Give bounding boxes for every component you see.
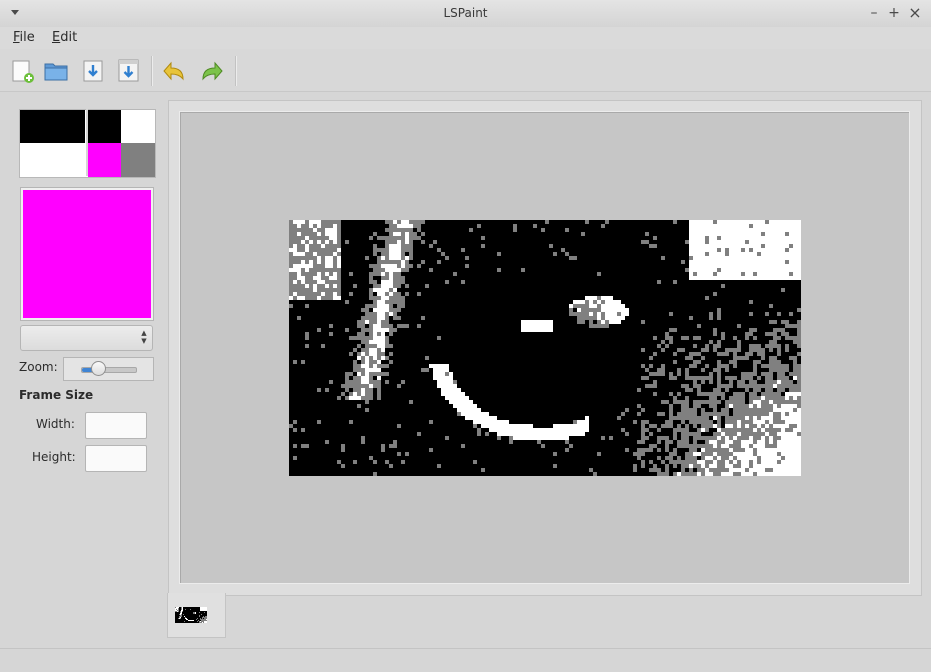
width-field[interactable] <box>85 412 147 439</box>
minimize-button[interactable]: – <box>867 5 881 21</box>
zoom-label: Zoom: <box>19 360 58 374</box>
window-title: LSPaint <box>443 6 488 20</box>
redo-button[interactable] <box>197 57 225 85</box>
palette-swatch-white[interactable] <box>20 143 85 177</box>
width-label: Width: <box>36 417 75 431</box>
toolbar-separator <box>235 56 237 86</box>
window-menu-icon[interactable] <box>8 5 22 19</box>
toolbar-separator <box>151 56 153 86</box>
redo-icon <box>202 61 223 81</box>
undo-button[interactable] <box>161 57 189 85</box>
current-color-swatch[interactable] <box>23 190 151 318</box>
palette-swatch-black[interactable] <box>20 110 85 143</box>
spin-arrows-icon: ▲ ▼ <box>141 329 147 345</box>
palette-swatch-magenta[interactable] <box>88 143 121 177</box>
menu-edit[interactable]: Edit <box>52 30 77 46</box>
menu-file-label: ile <box>19 30 35 45</box>
undo-icon <box>163 61 184 81</box>
palette-divider <box>86 109 88 176</box>
menu-file[interactable]: File <box>13 30 35 46</box>
palette-swatch-black[interactable] <box>88 110 121 143</box>
frame-thumbnail[interactable] <box>175 607 207 623</box>
pixel-image-canvas[interactable] <box>289 220 801 476</box>
save-as-icon <box>118 59 139 82</box>
palette-swatch-white[interactable] <box>121 110 155 143</box>
menu-bar <box>0 27 931 49</box>
palette-swatch-gray[interactable] <box>121 143 155 177</box>
frame-size-heading: Frame Size <box>19 388 94 402</box>
height-field[interactable] <box>85 445 147 472</box>
new-file-icon <box>12 60 34 83</box>
menu-edit-mnemonic: E <box>52 30 61 45</box>
height-label: Height: <box>32 450 76 464</box>
current-color-frame <box>20 187 154 321</box>
close-button[interactable]: × <box>908 5 922 21</box>
menu-edit-label: dit <box>60 30 78 45</box>
palette-combo-box[interactable] <box>20 325 153 351</box>
save-icon <box>83 60 103 82</box>
maximize-button[interactable]: + <box>887 5 901 21</box>
open-button[interactable] <box>42 57 70 85</box>
save-button[interactable] <box>80 57 108 85</box>
status-bar <box>0 648 931 672</box>
save-as-button[interactable] <box>115 57 143 85</box>
folder-icon <box>44 63 68 81</box>
zoom-slider-handle[interactable] <box>91 361 106 376</box>
new-file-button[interactable] <box>9 57 37 85</box>
